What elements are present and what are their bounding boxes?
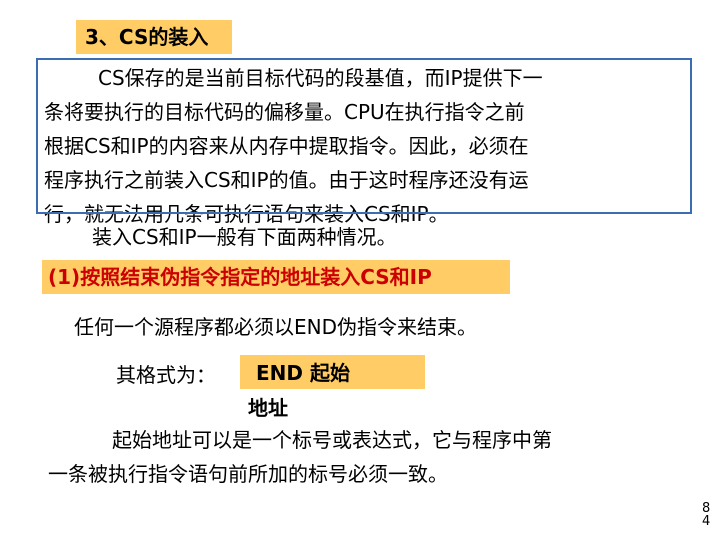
format-label: 其格式为： [116,363,216,387]
format-syntax-line: 地址 [248,396,288,420]
cases-intro: 装入CS和IP一般有下面两种情况。 [92,225,397,249]
paragraph-box [36,58,692,214]
case-1-heading: (1)按照结束伪指令指定的地址装入CS和IP [42,260,510,294]
section-title: 3、CS的装入 [76,20,232,54]
format-syntax-line: END 起始 [256,361,350,385]
end-statement: 任何一个源程序都必须以END伪指令来结束。 [74,315,477,339]
start-address-line: 起始地址可以是一个标号或表达式，它与程序中第 [112,428,552,452]
page-number: 84 [702,501,711,529]
start-address-line: 一条被执行指令语句前所加的标号必须一致。 [48,462,448,486]
